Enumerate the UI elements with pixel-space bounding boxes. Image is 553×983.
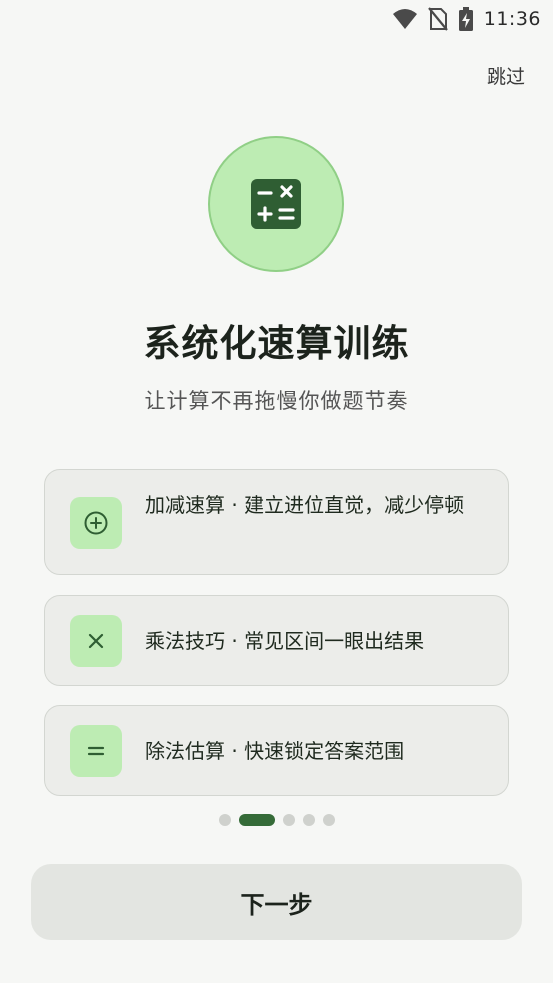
- calculator-icon: [251, 179, 301, 229]
- page-dot-3[interactable]: [282, 814, 295, 826]
- page-dot-2-active[interactable]: [238, 814, 275, 826]
- multiply-icon: [70, 615, 122, 667]
- status-time: 11:36: [483, 8, 541, 30]
- status-icons: 11:36: [392, 7, 541, 31]
- status-bar: 11:36: [0, 0, 553, 38]
- page-dot-1[interactable]: [218, 814, 231, 826]
- pagination-dots: [0, 814, 553, 826]
- next-button[interactable]: 下一步: [31, 864, 522, 940]
- skip-button[interactable]: 跳过: [487, 62, 525, 89]
- feature-card-addition: 加减速算 · 建立进位直觉，减少停顿: [44, 469, 509, 575]
- feature-card-multiplication: 乘法技巧 · 常见区间一眼出结果: [44, 595, 509, 686]
- page-dot-5[interactable]: [322, 814, 335, 826]
- page-title: 系统化速算训练: [143, 322, 410, 365]
- battery-charging-icon: [458, 7, 473, 31]
- page-dot-4[interactable]: [302, 814, 315, 826]
- feature-card-text: 加减速算 · 建立进位直觉，减少停顿: [145, 493, 465, 517]
- feature-card-text: 除法估算 · 快速锁定答案范围: [145, 739, 405, 763]
- wifi-icon: [392, 9, 417, 29]
- equals-icon: [70, 725, 122, 777]
- hero-icon-circle: [208, 136, 344, 272]
- feature-card-text: 乘法技巧 · 常见区间一眼出结果: [145, 629, 425, 653]
- feature-card-division: 除法估算 · 快速锁定答案范围: [44, 705, 509, 796]
- page-subtitle: 让计算不再拖慢你做题节奏: [144, 389, 409, 413]
- plus-circle-icon: [70, 497, 122, 549]
- no-sim-icon: [427, 7, 448, 31]
